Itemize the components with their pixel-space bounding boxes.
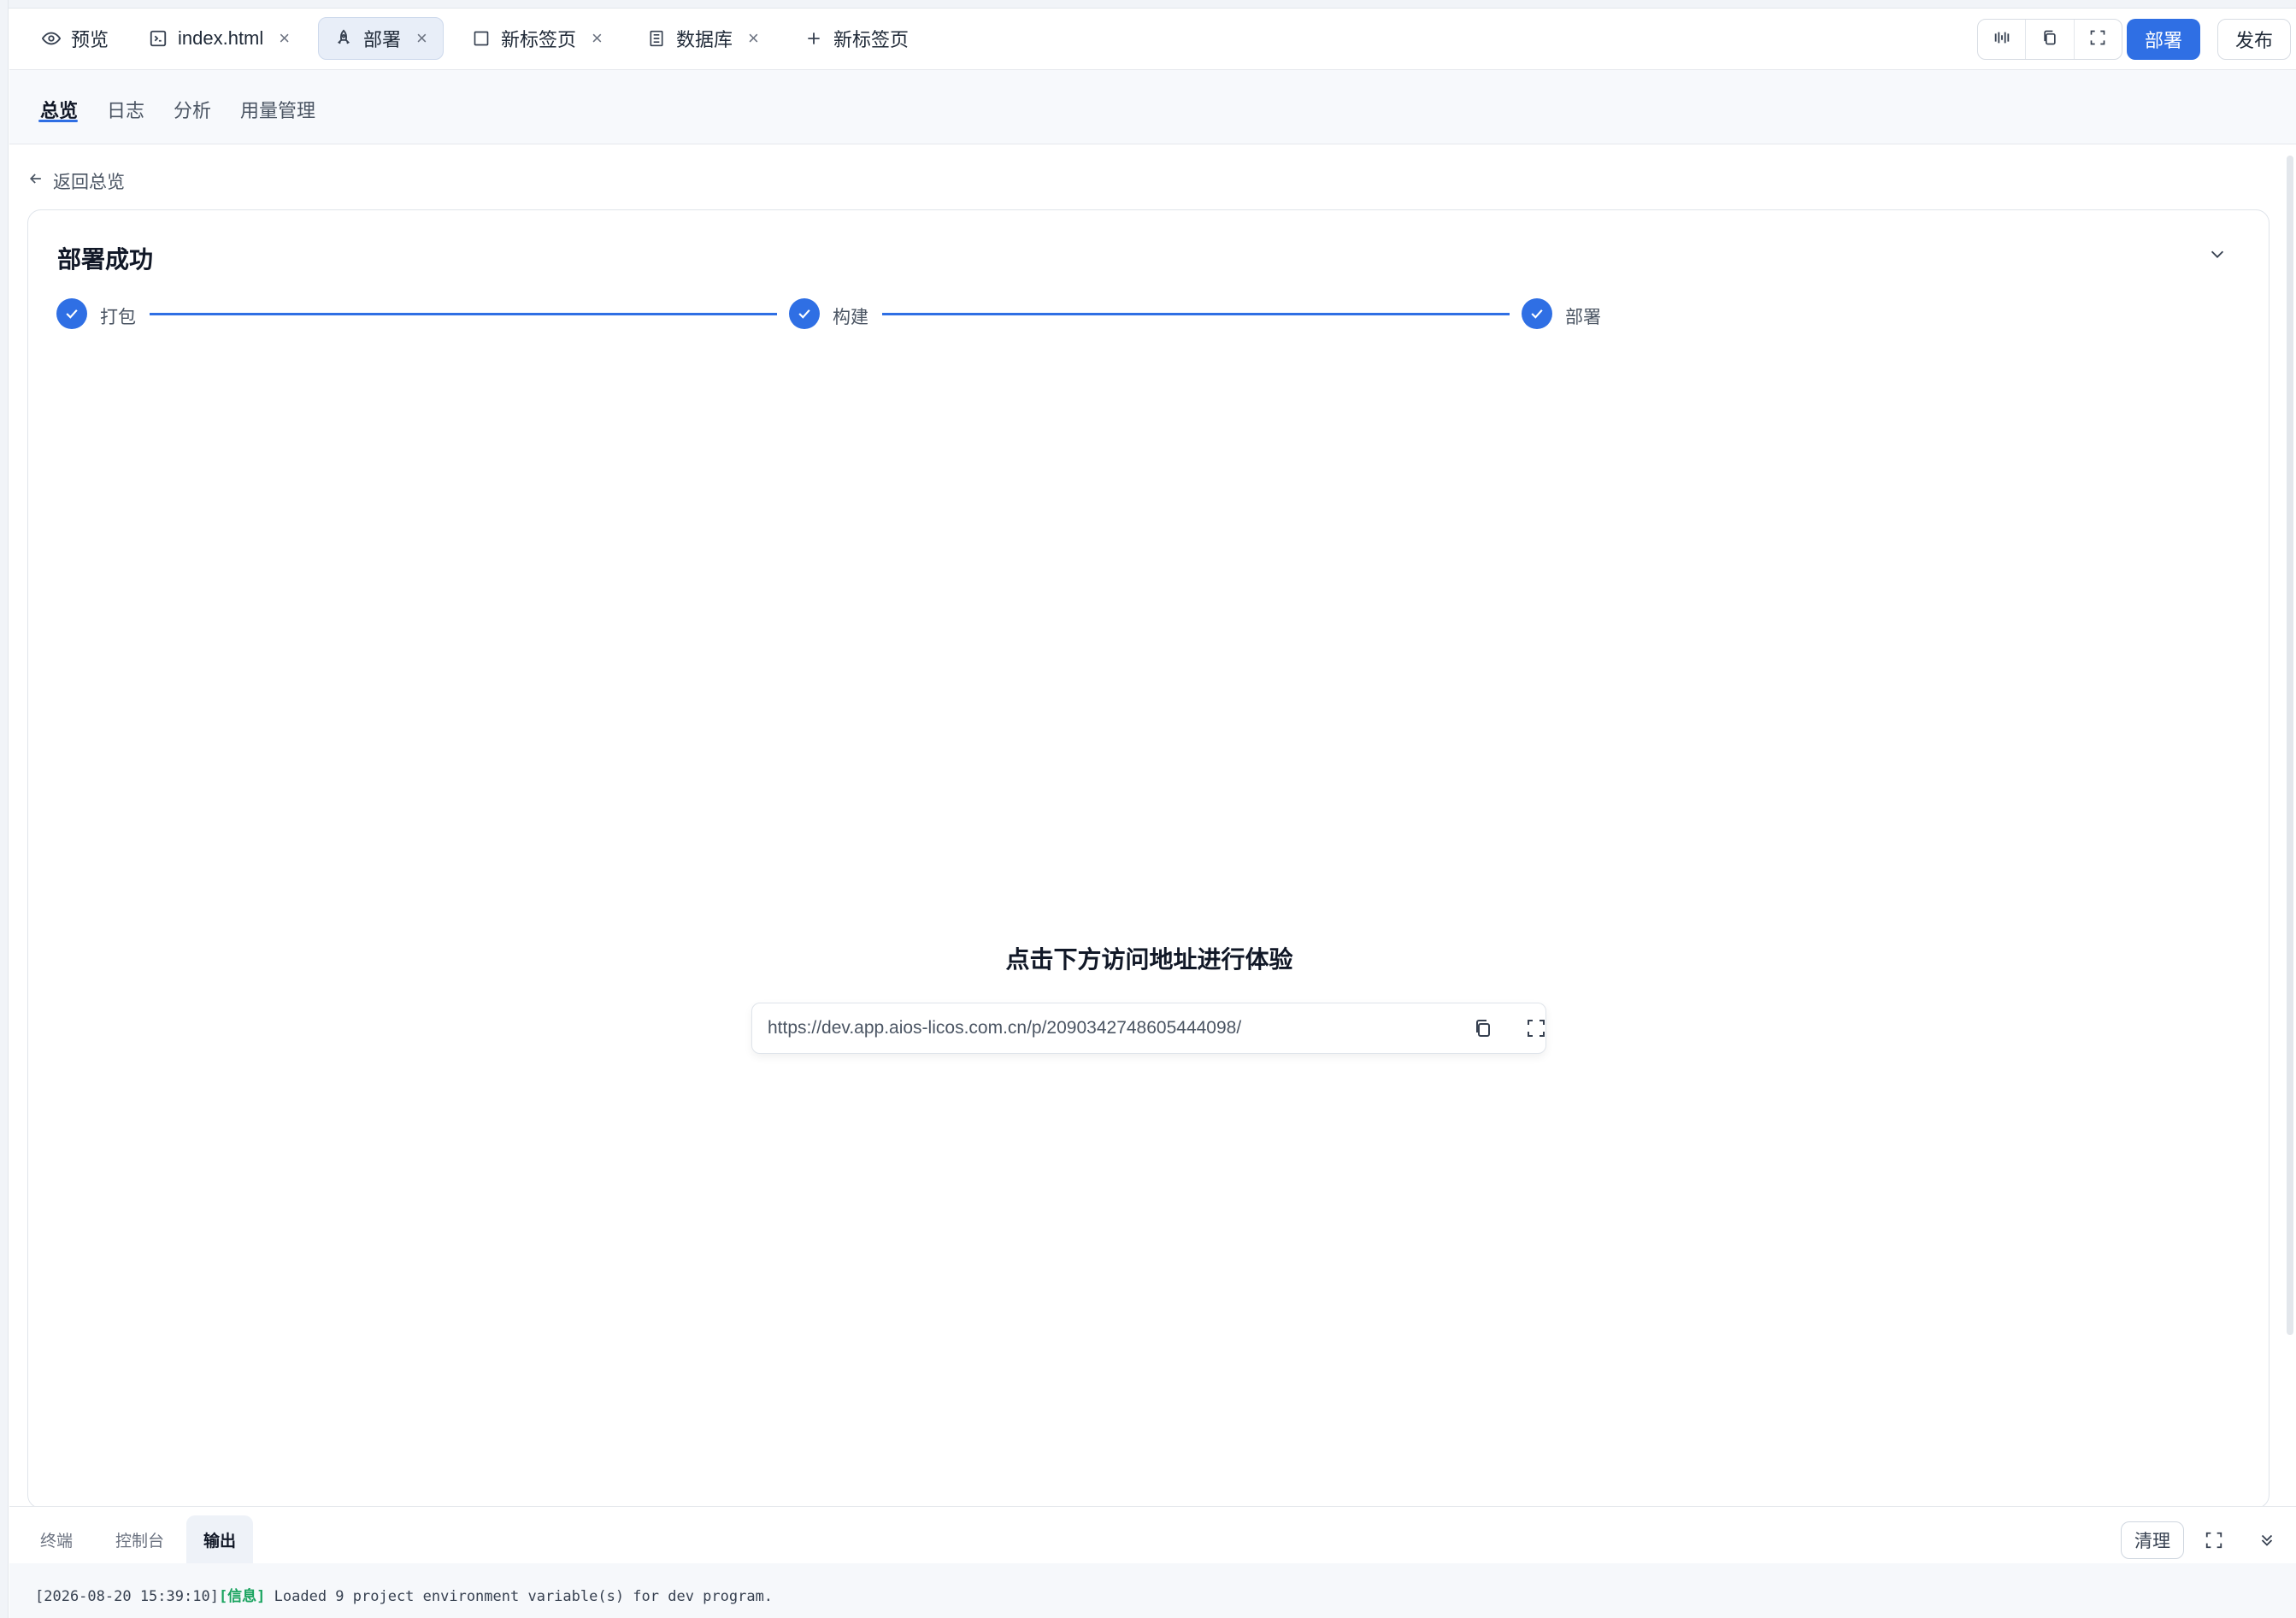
publish-button[interactable]: 发布: [2217, 19, 2291, 60]
log-level: [信息]: [218, 1588, 266, 1605]
close-icon[interactable]: ×: [416, 27, 427, 50]
subnav-logs[interactable]: 日志: [107, 96, 144, 123]
tab-database[interactable]: 数据库 ×: [632, 17, 774, 60]
eye-icon: [42, 29, 61, 48]
clear-button[interactable]: 清理: [2121, 1521, 2184, 1559]
step-check-icon: [1522, 298, 1552, 329]
tab-deploy[interactable]: 部署 ×: [318, 17, 444, 60]
terminal-file-icon: [149, 29, 168, 48]
close-icon[interactable]: ×: [279, 27, 290, 50]
deploy-status-card: 部署成功 打包 构建 部署 点击下方访问地址进行体验 https://dev.a…: [27, 209, 2270, 1509]
tab-output[interactable]: 输出: [186, 1515, 254, 1563]
view-tool-group: [1977, 19, 2122, 60]
card-title: 部署成功: [57, 246, 154, 273]
fullscreen-button[interactable]: [2075, 20, 2122, 59]
step-check-icon: [56, 298, 87, 329]
step-label-package: 打包: [100, 308, 136, 327]
copy-button[interactable]: [2026, 20, 2075, 59]
tab-new-page[interactable]: 新标签页 ×: [456, 17, 618, 60]
deploy-button[interactable]: 部署: [2127, 19, 2200, 60]
log-line: [2026-08-20 15:39:10][信息] Loaded 9 proje…: [35, 1584, 773, 1605]
close-icon[interactable]: ×: [592, 27, 603, 50]
tab-bar: 预览 index.html × 部署 × 新标签页 × 数据库 × 新标签页 部…: [9, 9, 2296, 70]
tab-index-html[interactable]: index.html ×: [133, 17, 305, 60]
database-icon: [647, 29, 666, 48]
tab-terminal[interactable]: 终端: [23, 1515, 90, 1563]
log-timestamp: [2026-08-20 15:39:10]: [35, 1588, 219, 1605]
window-top-edge: [0, 0, 2296, 9]
step-label-build: 构建: [833, 308, 868, 327]
tab-label: 数据库: [676, 29, 733, 50]
chevron-down-icon[interactable]: [2208, 244, 2227, 268]
new-tab-button[interactable]: 新标签页: [789, 17, 924, 60]
new-tab-label: 新标签页: [833, 29, 910, 50]
chevrons-down-icon[interactable]: [2258, 1531, 2276, 1554]
split-view-button[interactable]: [1978, 20, 2027, 59]
square-icon: [472, 29, 491, 48]
tab-console[interactable]: 控制台: [98, 1515, 181, 1563]
log-message: Loaded 9 project environment variable(s)…: [265, 1588, 774, 1605]
subnav-analytics[interactable]: 分析: [174, 96, 211, 123]
tab-label: index.html: [178, 27, 264, 49]
step-connector: [150, 313, 777, 315]
close-icon[interactable]: ×: [748, 27, 759, 50]
fullscreen-icon[interactable]: [1526, 1018, 1546, 1043]
fullscreen-icon: [2089, 29, 2106, 50]
visit-hint: 点击下方访问地址进行体验: [1005, 946, 1293, 973]
tab-preview[interactable]: 预览: [26, 17, 124, 60]
scrollbar-thumb[interactable]: [2287, 156, 2293, 1335]
arrow-left-icon: [27, 170, 44, 192]
sub-navigation: 总览 日志 分析 用量管理: [9, 70, 2296, 144]
step-connector: [882, 313, 1510, 315]
copy-icon[interactable]: [1473, 1018, 1493, 1043]
window-left-edge: [0, 0, 9, 1618]
split-icon: [1993, 28, 2011, 51]
back-to-overview-link[interactable]: 返回总览: [27, 168, 125, 194]
bottom-panel: 终端 控制台 输出 清理 [2026-08-20 15:39:10][信息] L…: [9, 1506, 2296, 1618]
access-url-box: https://dev.app.aios-licos.com.cn/p/2090…: [751, 1003, 1546, 1054]
step-label-deploy: 部署: [1565, 308, 1601, 327]
access-url-link[interactable]: https://dev.app.aios-licos.com.cn/p/2090…: [768, 1018, 1241, 1038]
subnav-usage[interactable]: 用量管理: [240, 96, 315, 123]
output-log: [2026-08-20 15:39:10][信息] Loaded 9 proje…: [9, 1563, 2296, 1618]
back-label: 返回总览: [53, 173, 125, 192]
rocket-icon: [334, 29, 353, 48]
active-tab-underline: [38, 120, 78, 122]
copy-icon: [2041, 29, 2058, 50]
plus-icon: [804, 29, 823, 48]
tab-label: 预览: [71, 29, 109, 50]
tab-label: 部署: [363, 29, 402, 50]
fullscreen-icon[interactable]: [2205, 1531, 2223, 1554]
step-check-icon: [789, 298, 820, 329]
tab-label: 新标签页: [501, 29, 577, 50]
